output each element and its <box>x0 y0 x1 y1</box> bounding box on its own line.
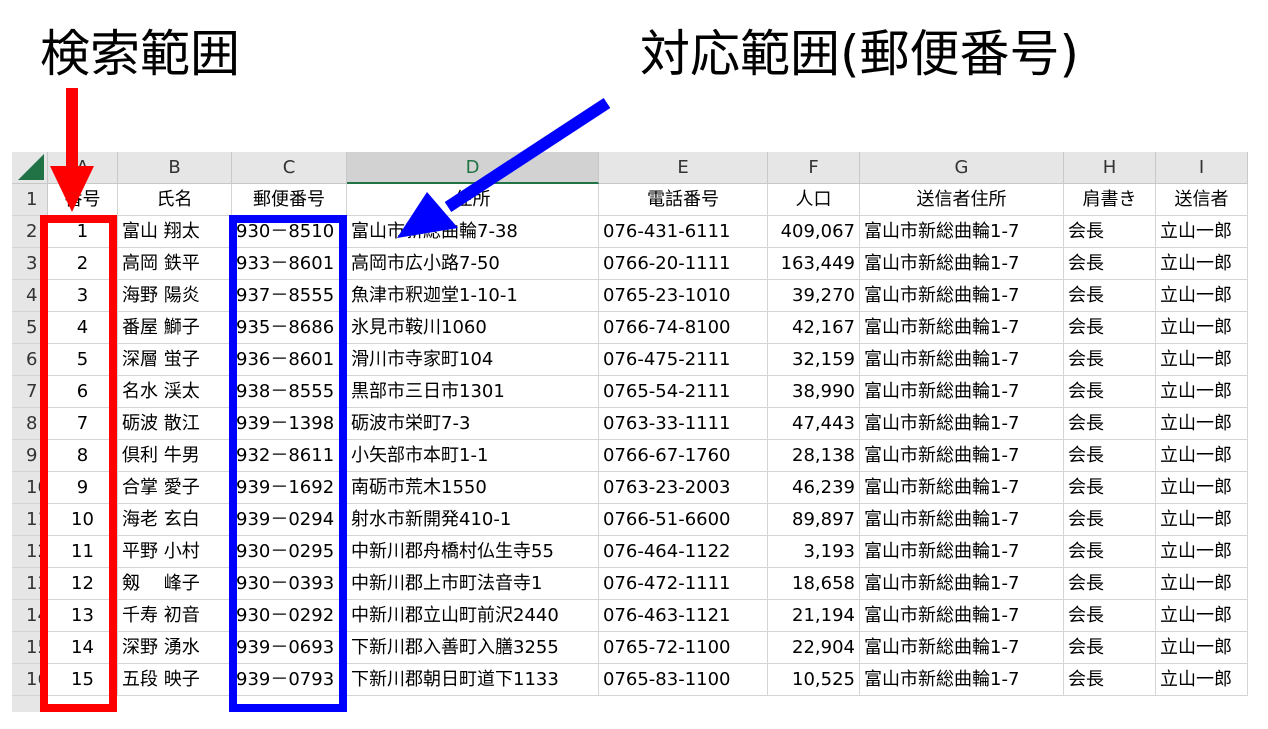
annotation-arrows <box>50 88 611 238</box>
blue-arrow-shaft <box>444 97 611 213</box>
red-arrow-head <box>50 166 94 212</box>
blue-arrow-head <box>397 192 458 238</box>
